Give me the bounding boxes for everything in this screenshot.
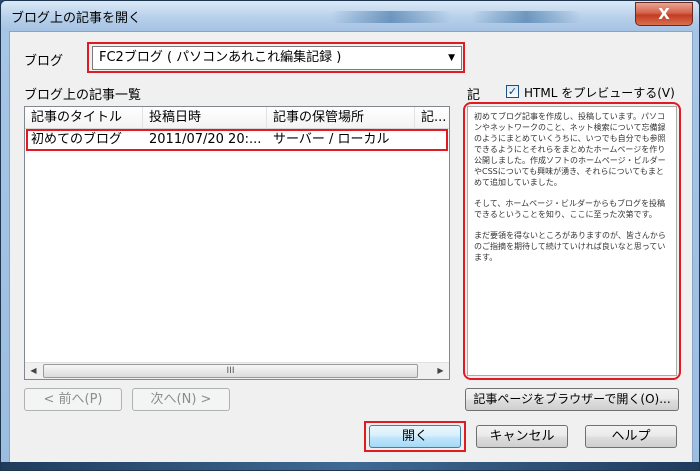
table-row[interactable]: 初めてのブログ 2011/07/20 20:... サーバー / ローカル bbox=[25, 130, 449, 150]
article-list-heading: ブログ上の記事一覧 bbox=[24, 88, 142, 103]
cancel-button[interactable]: キャンセル bbox=[476, 425, 568, 448]
dialog-client-area: ブログ FC2ブログ ( パソコンあれこれ編集記録 ) ▼ ブログ上の記事一覧 … bbox=[9, 31, 693, 464]
row-title: 初めてのブログ bbox=[31, 132, 123, 147]
article-list[interactable]: 記事のタイトル 投稿日時 記事の保管場所 記... 初めてのブログ 2011/0… bbox=[24, 106, 450, 380]
close-icon: X bbox=[658, 5, 670, 23]
column-header-location[interactable]: 記事の保管場所 bbox=[267, 107, 415, 129]
row-location: サーバー / ローカル bbox=[273, 132, 390, 147]
article-list-header: 記事のタイトル 投稿日時 記事の保管場所 記... bbox=[25, 107, 449, 129]
dialog-window: ブログ上の記事を開く X ブログ FC2ブログ ( パソコンあれこれ編集記録 )… bbox=[0, 0, 700, 471]
blog-select[interactable]: FC2ブログ ( パソコンあれこれ編集記録 ) ▼ bbox=[92, 46, 462, 70]
preview-paragraph: まだ要領を得ないところがありますのが、皆さんからのご指摘を期待して続けていければ… bbox=[474, 231, 666, 262]
blog-label: ブログ bbox=[24, 54, 64, 69]
titlebar-decoration bbox=[331, 11, 451, 23]
checkmark-icon: ✓ bbox=[507, 85, 518, 98]
scroll-thumb[interactable]: III bbox=[43, 364, 418, 378]
close-button[interactable]: X bbox=[635, 2, 693, 26]
row-date: 2011/07/20 20:... bbox=[149, 132, 262, 147]
horizontal-scrollbar[interactable]: ◀ III ▶ bbox=[25, 362, 449, 379]
scroll-right-icon[interactable]: ▶ bbox=[432, 363, 449, 379]
window-title: ブログ上の記事を開く bbox=[11, 11, 142, 26]
preview-paragraph: そして、ホームページ・ビルダーからもブログを投稿できるということを知り、ここに至… bbox=[474, 199, 665, 219]
row-extra bbox=[415, 130, 451, 150]
html-preview-pane[interactable]: 初めてブログ記事を作成し、投稿しています。パソコンやネットワークのこと、ネット検… bbox=[467, 106, 677, 376]
open-in-browser-button[interactable]: 記事ページをブラウザーで開く(O)... bbox=[465, 388, 679, 411]
scroll-left-icon[interactable]: ◀ bbox=[25, 363, 42, 379]
next-button[interactable]: 次へ(N) > bbox=[132, 388, 230, 411]
blog-select-value: FC2ブログ ( パソコンあれこれ編集記録 ) bbox=[99, 50, 342, 65]
help-button[interactable]: ヘルプ bbox=[585, 425, 677, 448]
column-header-title[interactable]: 記事のタイトル bbox=[25, 107, 143, 129]
background-taskbar-strip bbox=[1, 462, 699, 470]
open-button[interactable]: 開く bbox=[369, 425, 461, 448]
title-bar[interactable]: ブログ上の記事を開く X bbox=[1, 1, 699, 31]
prev-button[interactable]: < 前へ(P) bbox=[24, 388, 122, 411]
html-preview-checkbox[interactable]: ✓ bbox=[506, 85, 519, 98]
titlebar-decoration bbox=[471, 11, 581, 23]
preview-label: 記 bbox=[467, 88, 481, 103]
preview-paragraph: 初めてブログ記事を作成し、投稿しています。パソコンやネットワークのこと、ネット検… bbox=[474, 112, 666, 187]
html-preview-checkbox-label[interactable]: HTML をプレビューする(V) bbox=[524, 84, 675, 101]
column-header-extra[interactable]: 記... bbox=[415, 107, 451, 129]
column-header-date[interactable]: 投稿日時 bbox=[143, 107, 267, 129]
chevron-down-icon[interactable]: ▼ bbox=[448, 47, 455, 69]
